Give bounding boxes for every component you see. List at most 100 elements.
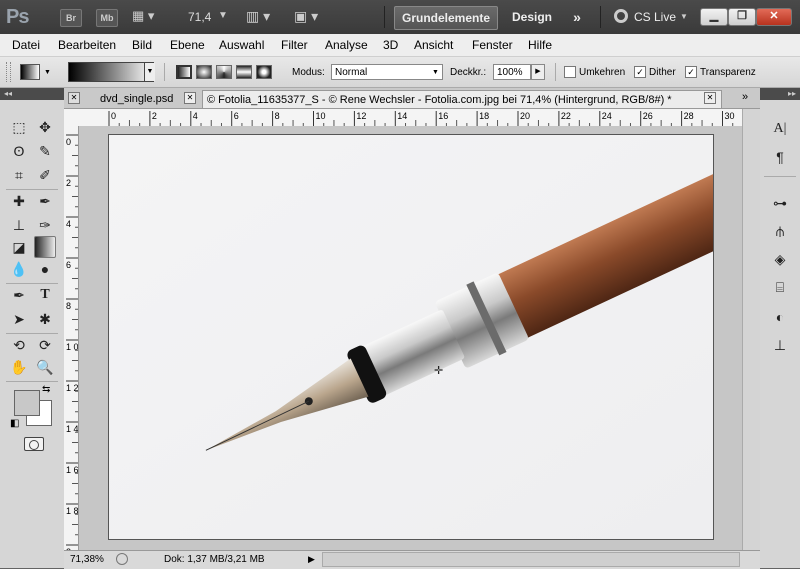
umkehren-label: Umkehren — [579, 67, 626, 78]
menu-fenster[interactable]: Fenster — [472, 38, 513, 52]
angle-gradient-icon[interactable] — [216, 65, 232, 79]
reflected-gradient-icon[interactable] — [236, 65, 252, 79]
menu-filter[interactable]: Filter — [281, 38, 308, 52]
deckkraft-field[interactable]: 100% — [493, 64, 531, 80]
tab-close-icon[interactable]: ✕ — [184, 92, 196, 104]
menu-datei[interactable]: Datei — [12, 38, 40, 52]
move-tool-icon[interactable]: ✥ — [34, 116, 56, 138]
bridge-button[interactable]: Br — [60, 9, 82, 27]
gradient-tool-preset-icon[interactable] — [20, 64, 40, 80]
3d-orbit-icon[interactable]: ⟳ — [34, 334, 56, 356]
3d-rotate-icon[interactable]: ⟲ — [8, 334, 30, 356]
menu-hilfe[interactable]: Hilfe — [528, 38, 552, 52]
transparenz-checkbox[interactable]: ✓ — [685, 66, 697, 78]
channels-panel-icon[interactable]: ⫛ — [768, 220, 792, 242]
tab-close-icon[interactable]: ✕ — [68, 92, 80, 104]
minimize-icon[interactable]: ▁ — [700, 8, 728, 26]
document-canvas[interactable] — [108, 134, 714, 540]
menu-ebene[interactable]: Ebene — [170, 38, 205, 52]
rectangular-marquee-icon[interactable]: ⬚ — [8, 116, 30, 138]
radial-gradient-icon[interactable] — [196, 65, 212, 79]
screen-mode-icon[interactable]: ▣ ▾ — [294, 8, 318, 25]
modus-chevron-icon[interactable]: ▼ — [432, 69, 439, 76]
deckkraft-slider-icon[interactable]: ▶ — [531, 64, 545, 80]
status-menu-icon[interactable]: ▶ — [308, 554, 315, 565]
pen-icon[interactable]: ✒ — [8, 284, 30, 306]
character-panel-icon[interactable]: A| — [768, 118, 792, 140]
crop-icon[interactable]: ⌗ — [8, 164, 30, 186]
modus-select[interactable]: Normal — [331, 64, 443, 80]
styles-panel-icon[interactable]: ◐ — [768, 306, 792, 328]
separator — [384, 6, 385, 28]
clone-stamp-icon[interactable]: ⊥ — [8, 214, 30, 236]
menu-bild[interactable]: Bild — [132, 38, 152, 52]
status-info-icon[interactable] — [116, 553, 128, 565]
ruler-tick-label: 8 — [275, 111, 280, 121]
zoom-level-readout[interactable]: 71,4 — [188, 10, 211, 24]
gradient-tool-icon[interactable] — [34, 236, 56, 258]
close-icon[interactable]: ✕ — [756, 8, 792, 26]
more-workspaces-icon[interactable]: » — [566, 6, 588, 28]
blur-icon[interactable]: 💧 — [8, 258, 30, 280]
menu-ansicht[interactable]: Ansicht — [414, 38, 453, 52]
restore-icon[interactable]: ❐ — [728, 8, 756, 26]
eyedropper-icon[interactable]: ✐ — [34, 164, 56, 186]
dodge-icon[interactable]: ● — [34, 258, 56, 280]
vertical-ruler: 024681 01 21 41 61 82 — [64, 126, 79, 550]
type-tool-icon[interactable]: T — [34, 284, 56, 306]
custom-shape-icon[interactable]: ✱ — [34, 308, 56, 330]
lasso-icon[interactable]: ʘ — [8, 140, 30, 162]
clone-source-panel-icon[interactable]: ⊥ — [768, 334, 792, 356]
view-extras-icon[interactable]: ▦ ▾ — [132, 8, 162, 26]
dither-checkbox[interactable]: ✓ — [634, 66, 646, 78]
zoom-tool-icon[interactable]: 🔍 — [34, 356, 56, 378]
horizontal-scrollbar[interactable] — [322, 552, 740, 567]
layers-panel-icon[interactable]: ◈ — [768, 248, 792, 270]
options-grip[interactable] — [6, 62, 11, 82]
cs-live-chevron-icon[interactable]: ▼ — [680, 12, 688, 21]
zoom-dropdown-chevron-icon[interactable]: ▼ — [218, 10, 228, 21]
menu-analyse[interactable]: Analyse — [325, 38, 368, 52]
arrange-documents-icon[interactable]: ▥ ▾ — [246, 8, 270, 25]
umkehren-checkbox[interactable] — [564, 66, 576, 78]
tab-fotolia-document[interactable]: © Fotolia_11635377_S - © Rene Wechsler -… — [202, 90, 722, 108]
menu-bearbeiten[interactable]: Bearbeiten — [58, 38, 116, 52]
linear-gradient-icon[interactable] — [176, 65, 192, 79]
right-dock-header[interactable]: ▸▸ — [760, 88, 800, 100]
path-selection-icon[interactable]: ➤ — [8, 308, 30, 330]
cs-live-button[interactable]: CS Live — [634, 10, 676, 24]
diamond-gradient-icon[interactable] — [256, 65, 272, 79]
preset-chevron-icon[interactable]: ▼ — [44, 69, 51, 76]
workspace-design-button[interactable]: Design — [506, 6, 558, 28]
hand-tool-icon[interactable]: ✋ — [8, 356, 30, 378]
horizontal-ruler: 0 2 4 6 8 10 12 14 16 18 20 22 24 26 28 30 — [64, 109, 742, 127]
minibridge-button[interactable]: Mb — [96, 9, 118, 27]
adjustments-panel-icon[interactable]: ⊶ — [768, 192, 792, 214]
default-colors-icon[interactable]: ◧ — [10, 418, 19, 429]
quick-mask-icon[interactable] — [24, 437, 44, 451]
paragraph-panel-icon[interactable]: ¶ — [768, 146, 792, 168]
tools-panel-header[interactable]: ◂◂ — [0, 88, 64, 100]
tab-close-icon[interactable]: ✕ — [704, 92, 716, 104]
workspace-grundelemente-button[interactable]: Grundelemente — [394, 6, 498, 30]
menu-auswahl[interactable]: Auswahl — [219, 38, 264, 52]
eraser-icon[interactable]: ◪ — [8, 236, 30, 258]
spot-healing-icon[interactable]: ✚ — [8, 190, 30, 212]
foreground-color-swatch[interactable] — [14, 390, 40, 416]
gradient-picker[interactable] — [68, 62, 154, 82]
ruler-tick-label: 10 — [316, 111, 326, 121]
tab-dvd-single[interactable]: dvd_single.psd — [96, 90, 177, 108]
masks-panel-icon[interactable]: ⌸ — [768, 276, 792, 298]
history-brush-icon[interactable]: ✑ — [34, 214, 56, 236]
gradient-picker-chevron-icon[interactable]: ▼ — [144, 63, 155, 81]
quick-selection-icon[interactable]: ✎ — [34, 140, 56, 162]
zoom-percentage[interactable]: 71,38% — [70, 554, 104, 565]
tool-options-bar: ▼ ▼ Modus: Normal ▼ Deckkr.: 100% ▶ Umke… — [0, 57, 800, 88]
brush-icon[interactable]: ✒ — [34, 190, 56, 212]
more-tabs-icon[interactable]: » — [742, 91, 748, 103]
horizontal-ruler-ticks: 0 2 4 6 8 10 12 14 16 18 20 22 24 26 28 30 — [108, 111, 735, 126]
cs-live-icon[interactable] — [614, 9, 628, 23]
vertical-scrollbar[interactable] — [742, 109, 761, 550]
swap-colors-icon[interactable]: ⇆ — [42, 384, 50, 395]
menu-3d[interactable]: 3D — [383, 38, 398, 52]
